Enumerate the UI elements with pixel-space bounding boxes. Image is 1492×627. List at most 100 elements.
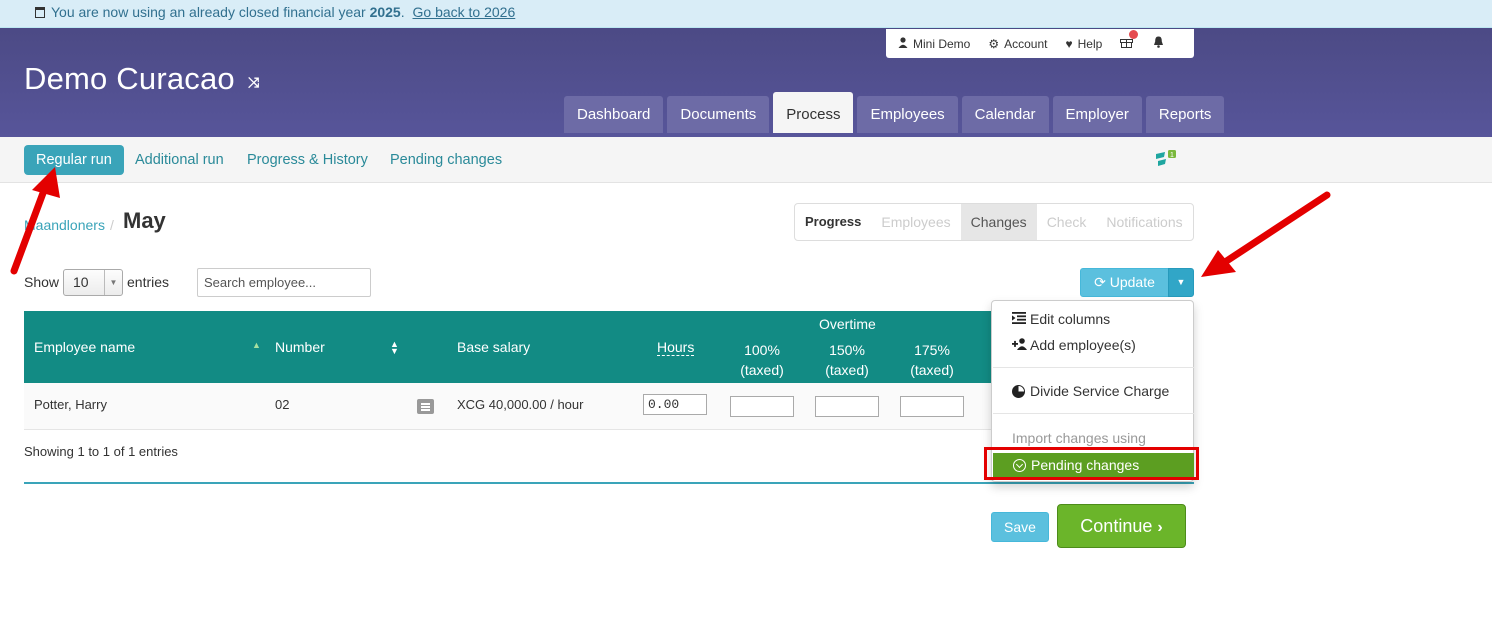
tab-reports[interactable]: Reports <box>1145 96 1225 133</box>
tab-process[interactable]: Process <box>773 92 854 133</box>
svg-text:1: 1 <box>1170 152 1174 159</box>
hours-label: Hours <box>657 339 695 356</box>
entries-select[interactable]: 10 ▼ <box>63 269 123 296</box>
menu-import-header: Import changes using <box>1012 430 1146 446</box>
ot-150-taxed: (taxed) <box>825 362 869 378</box>
gift-button[interactable] <box>1120 30 1139 51</box>
continue-button[interactable]: Continue › <box>1057 504 1186 548</box>
annotation-highlight-box <box>984 447 1199 480</box>
step-progress[interactable]: Progress <box>795 204 871 240</box>
cell-number: 02 <box>275 397 290 412</box>
ot-150-label: 150% <box>829 342 865 358</box>
main-tabs: Dashboard Documents Process Employees Ca… <box>564 92 1225 133</box>
user-menu[interactable]: Mini Demo <box>898 37 970 51</box>
overtime-100-input[interactable] <box>730 396 794 417</box>
account-menu[interactable]: ⚙ Account <box>988 37 1047 51</box>
overtime-175-input[interactable] <box>900 396 964 417</box>
ot-100-taxed: (taxed) <box>740 362 784 378</box>
divider <box>24 482 1194 484</box>
help-label: Help <box>1077 36 1103 51</box>
hours-input[interactable] <box>643 394 707 415</box>
breadcrumb-parent[interactable]: Maandloners <box>24 217 105 233</box>
refresh-icon: ⟳ <box>1094 274 1106 290</box>
show-label: Show <box>24 274 60 290</box>
notification-dot <box>1129 30 1139 39</box>
menu-add-employees[interactable]: Add employee(s) <box>1012 337 1136 353</box>
menu-divider <box>993 367 1194 368</box>
menu-divide-service-charge[interactable]: Divide Service Charge <box>1012 383 1169 399</box>
bell-button[interactable] <box>1153 36 1164 51</box>
col-overtime: Overtime <box>819 316 876 332</box>
go-back-link[interactable]: Go back to 2026 <box>413 4 516 20</box>
update-label: Update <box>1109 274 1155 290</box>
process-steps: Progress Employees Changes Check Notific… <box>794 203 1194 241</box>
edit-columns-label: Edit columns <box>1030 311 1111 327</box>
gear-icon: ⚙ <box>988 36 1000 51</box>
step-check[interactable]: Check <box>1037 204 1097 240</box>
col-number[interactable]: Number <box>275 339 325 355</box>
ot-100-label: 100% <box>744 342 780 358</box>
breadcrumb-separator: / <box>110 217 114 233</box>
step-changes[interactable]: Changes <box>960 204 1037 240</box>
step-employees[interactable]: Employees <box>871 204 960 240</box>
ot-175-taxed: (taxed) <box>910 362 954 378</box>
notice-year: 2025 <box>369 4 401 20</box>
tab-documents[interactable]: Documents <box>667 96 770 133</box>
chevron-right-icon: › <box>1157 519 1163 536</box>
ot-175-label: 175% <box>914 342 950 358</box>
menu-divider <box>993 413 1194 414</box>
help-menu[interactable]: ♥ Help <box>1065 37 1102 51</box>
tab-employer[interactable]: Employer <box>1052 96 1142 133</box>
bell-icon <box>1153 36 1164 51</box>
closed-year-notice: You are now using an already closed fina… <box>0 0 1492 28</box>
notice-period: . <box>400 4 405 20</box>
subnav-pending-changes[interactable]: Pending changes <box>390 145 502 175</box>
chevron-down-icon: ▼ <box>104 270 122 295</box>
col-employee-name[interactable]: Employee name <box>34 339 135 355</box>
col-overtime-175: 175% (taxed) <box>900 340 964 380</box>
table-info: Showing 1 to 1 of 1 entries <box>24 444 178 459</box>
subnav-progress-history[interactable]: Progress & History <box>247 145 368 175</box>
search-input[interactable] <box>197 268 371 297</box>
breadcrumb-current: May <box>123 208 166 233</box>
update-dropdown-toggle[interactable]: ▼ <box>1168 268 1194 297</box>
comment-icon[interactable] <box>417 399 434 414</box>
col-overtime-150: 150% (taxed) <box>815 340 879 380</box>
step-notifications[interactable]: Notifications <box>1096 204 1192 240</box>
cell-employee-name[interactable]: Potter, Harry <box>34 397 107 412</box>
notice-text: You are now using an already closed fina… <box>51 4 366 20</box>
add-user-icon <box>1012 338 1030 353</box>
continue-label: Continue <box>1080 516 1153 536</box>
top-utility-bar: Mini Demo ⚙ Account ♥ Help <box>886 29 1194 58</box>
heart-icon: ♥ <box>1065 36 1073 51</box>
pie-chart-icon <box>1012 385 1025 398</box>
company-title: Demo Curacao <box>24 61 235 96</box>
caret-down-icon: ▼ <box>1176 277 1186 287</box>
entries-label: entries <box>127 274 170 290</box>
shuffle-icon[interactable]: ⤨ <box>248 74 259 91</box>
subnav-regular-run[interactable]: Regular run <box>24 145 124 175</box>
user-name: Mini Demo <box>913 36 971 51</box>
app-header: Demo Curacao ⤨ Mini Demo ⚙ Account ♥ Help … <box>0 28 1492 137</box>
tab-calendar[interactable]: Calendar <box>961 96 1049 133</box>
save-button[interactable]: Save <box>991 512 1049 542</box>
overtime-150-input[interactable] <box>815 396 879 417</box>
subnav-additional-run[interactable]: Additional run <box>135 145 224 175</box>
sub-navigation: Regular run Additional run Progress & Hi… <box>0 137 1492 183</box>
update-button[interactable]: ⟳ Update <box>1080 268 1169 297</box>
account-label: Account <box>1004 36 1048 51</box>
tab-employees[interactable]: Employees <box>857 96 958 133</box>
user-icon <box>898 36 908 51</box>
col-base-salary: Base salary <box>457 339 531 355</box>
sort-asc-icon: ▲ <box>252 340 261 350</box>
menu-edit-columns[interactable]: Edit columns <box>1012 311 1110 327</box>
col-hours: Hours <box>657 339 695 356</box>
flag-icon[interactable]: 1 <box>1155 150 1177 170</box>
col-overtime-100: 100% (taxed) <box>730 340 794 380</box>
entries-value: 10 <box>73 274 89 290</box>
indent-icon <box>1012 312 1030 327</box>
calendar-icon <box>35 7 45 18</box>
tab-dashboard[interactable]: Dashboard <box>564 96 664 133</box>
sort-icon: ▲ ▼ <box>390 339 399 356</box>
cell-base-salary: XCG 40,000.00 / hour <box>457 397 584 412</box>
